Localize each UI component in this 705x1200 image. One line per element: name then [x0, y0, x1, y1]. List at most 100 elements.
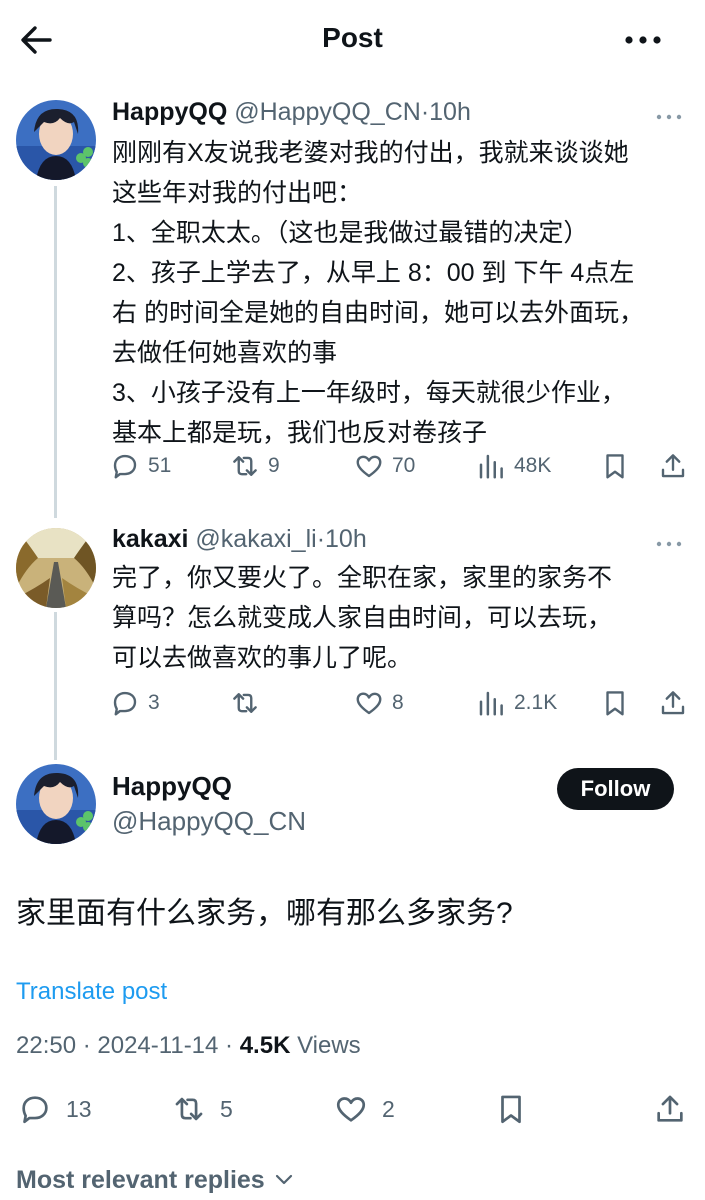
anime-avatar-icon — [16, 764, 96, 844]
separator-dot: · — [218, 1032, 240, 1059]
reply-button[interactable]: 13 — [18, 1086, 92, 1132]
tweet-header: HappyQQ @HappyQQ_CN·10h — [112, 98, 471, 132]
tweet-header: kakaxi @kakaxi_li·10h — [112, 525, 367, 559]
author-handle[interactable]: @kakaxi_li — [195, 525, 316, 553]
tweet-line: 这些年对我的付出吧： — [112, 179, 363, 207]
bookmark-icon — [501, 1095, 521, 1124]
share-button[interactable] — [653, 1086, 687, 1132]
tweet-text: 刚刚有X友说我老婆对我的付出，我就来谈谈她 这些年对我的付出吧： 1、全职太太。… — [112, 133, 692, 453]
tweet-line: 可以去做喜欢的事儿了呢。 — [112, 644, 413, 672]
author-name[interactable]: HappyQQ — [112, 771, 232, 802]
tweet-line: 3、小孩子没有上一年级时，每天就很少作业， — [112, 379, 626, 407]
repost-icon — [175, 1097, 203, 1121]
chevron-down-icon — [275, 1174, 292, 1185]
bookmark-icon — [606, 454, 624, 479]
post-meta: 22:50 · 2024-11-14 · 4.5K Views — [16, 1032, 361, 1060]
separator-dot: · — [76, 1032, 98, 1059]
views-button[interactable]: 2.1K — [476, 683, 557, 723]
tweet-more-button[interactable] — [655, 110, 683, 122]
more-horizontal-icon — [656, 541, 682, 547]
thread-line — [54, 612, 57, 760]
bookmark-button[interactable] — [494, 1086, 528, 1132]
tweet-line: 1、全职太太。（这也是我做过最错的决定） — [112, 219, 589, 247]
reply-count: 51 — [148, 454, 172, 477]
tweet-text: 完了，你又要火了。全职在家，家里的家务不 算吗？怎么就变成人家自由时间，可以去玩… — [112, 558, 692, 678]
reply-button[interactable]: 3 — [110, 683, 160, 723]
views-count: 48K — [514, 454, 552, 477]
thread-line — [54, 186, 57, 518]
avatar[interactable] — [16, 528, 96, 608]
repost-icon — [233, 693, 257, 713]
like-button[interactable]: 2 — [334, 1086, 395, 1132]
tweet-action-bar: 51 9 70 48K — [110, 446, 690, 486]
reply-icon — [113, 454, 137, 479]
more-options-button[interactable] — [621, 24, 665, 56]
follow-button[interactable]: Follow — [557, 768, 674, 810]
share-button[interactable] — [658, 446, 688, 486]
heart-icon — [336, 1097, 366, 1122]
tweet-line: 完了，你又要火了。全职在家，家里的家务不 — [112, 564, 613, 592]
reply-icon — [113, 691, 137, 716]
tweet-time[interactable]: 10h — [429, 98, 471, 126]
repost-count: 5 — [220, 1095, 233, 1122]
repost-button[interactable]: 9 — [230, 446, 280, 486]
author-name[interactable]: HappyQQ — [112, 98, 227, 126]
separator-dot: · — [316, 525, 326, 553]
replies-sort-label: Most relevant replies — [16, 1166, 265, 1194]
bookmark-button[interactable] — [600, 446, 630, 486]
translate-post-link[interactable]: Translate post — [16, 978, 167, 1006]
tweet-line: 2、孩子上学去了，从早上 8：00 到 下午 4点左 — [112, 259, 635, 287]
like-count: 70 — [392, 454, 416, 477]
views-chart-icon — [479, 691, 503, 716]
post-views-label: Views — [290, 1032, 361, 1059]
tweet-line: 算吗？怎么就变成人家自由时间，可以去玩， — [112, 604, 613, 632]
post-time[interactable]: 22:50 — [16, 1032, 76, 1059]
like-count: 8 — [392, 691, 404, 714]
reply-count: 13 — [66, 1095, 92, 1122]
autumn-road-photo-icon — [16, 528, 96, 608]
bookmark-icon — [606, 691, 624, 716]
like-count: 2 — [382, 1095, 395, 1122]
tweet-line: 右 的时间全是她的自由时间，她可以去外面玩， — [112, 299, 644, 327]
tweet-line: 刚刚有X友说我老婆对我的付出，我就来谈谈她 — [112, 139, 629, 167]
share-icon — [661, 454, 685, 478]
repost-count: 9 — [268, 454, 280, 477]
post-date[interactable]: 2024-11-14 — [97, 1032, 218, 1059]
views-button[interactable]: 48K — [476, 446, 551, 486]
repost-icon — [233, 456, 257, 476]
tweet-action-bar: 3 8 2.1K — [110, 683, 690, 723]
top-bar: Post — [0, 0, 705, 80]
avatar[interactable] — [16, 100, 96, 180]
tweet-more-button[interactable] — [655, 537, 683, 549]
views-chart-icon — [479, 454, 503, 479]
replies-sort-dropdown[interactable]: Most relevant replies — [16, 1166, 296, 1195]
reply-count: 3 — [148, 691, 160, 714]
like-button[interactable]: 8 — [354, 683, 404, 723]
author-handle[interactable]: @HappyQQ_CN — [112, 806, 306, 837]
reply-icon — [22, 1096, 48, 1124]
more-horizontal-icon — [656, 114, 682, 120]
page-title: Post — [322, 22, 383, 53]
tweet-time[interactable]: 10h — [325, 525, 367, 553]
like-button[interactable]: 70 — [354, 446, 415, 486]
author-name[interactable]: kakaxi — [112, 525, 188, 553]
repost-button[interactable]: 5 — [172, 1086, 233, 1132]
share-icon — [661, 691, 685, 715]
avatar[interactable] — [16, 764, 96, 844]
separator-dot: · — [420, 98, 430, 126]
author-handle[interactable]: @HappyQQ_CN — [234, 98, 421, 126]
post-action-bar: 13 5 2 — [0, 1086, 705, 1132]
post-views-count: 4.5K — [239, 1032, 291, 1059]
views-count: 2.1K — [514, 691, 558, 714]
more-horizontal-icon — [625, 36, 661, 44]
heart-icon — [356, 455, 382, 478]
bookmark-button[interactable] — [600, 683, 630, 723]
heart-icon — [356, 692, 382, 715]
share-icon — [657, 1095, 683, 1122]
repost-button[interactable] — [230, 683, 268, 723]
tweet-line: 去做任何她喜欢的事 — [112, 339, 338, 367]
anime-avatar-icon — [16, 100, 96, 180]
reply-button[interactable]: 51 — [110, 446, 171, 486]
share-button[interactable] — [658, 683, 688, 723]
post-text: 家里面有什么家务，哪有那么多家务? — [16, 897, 513, 930]
